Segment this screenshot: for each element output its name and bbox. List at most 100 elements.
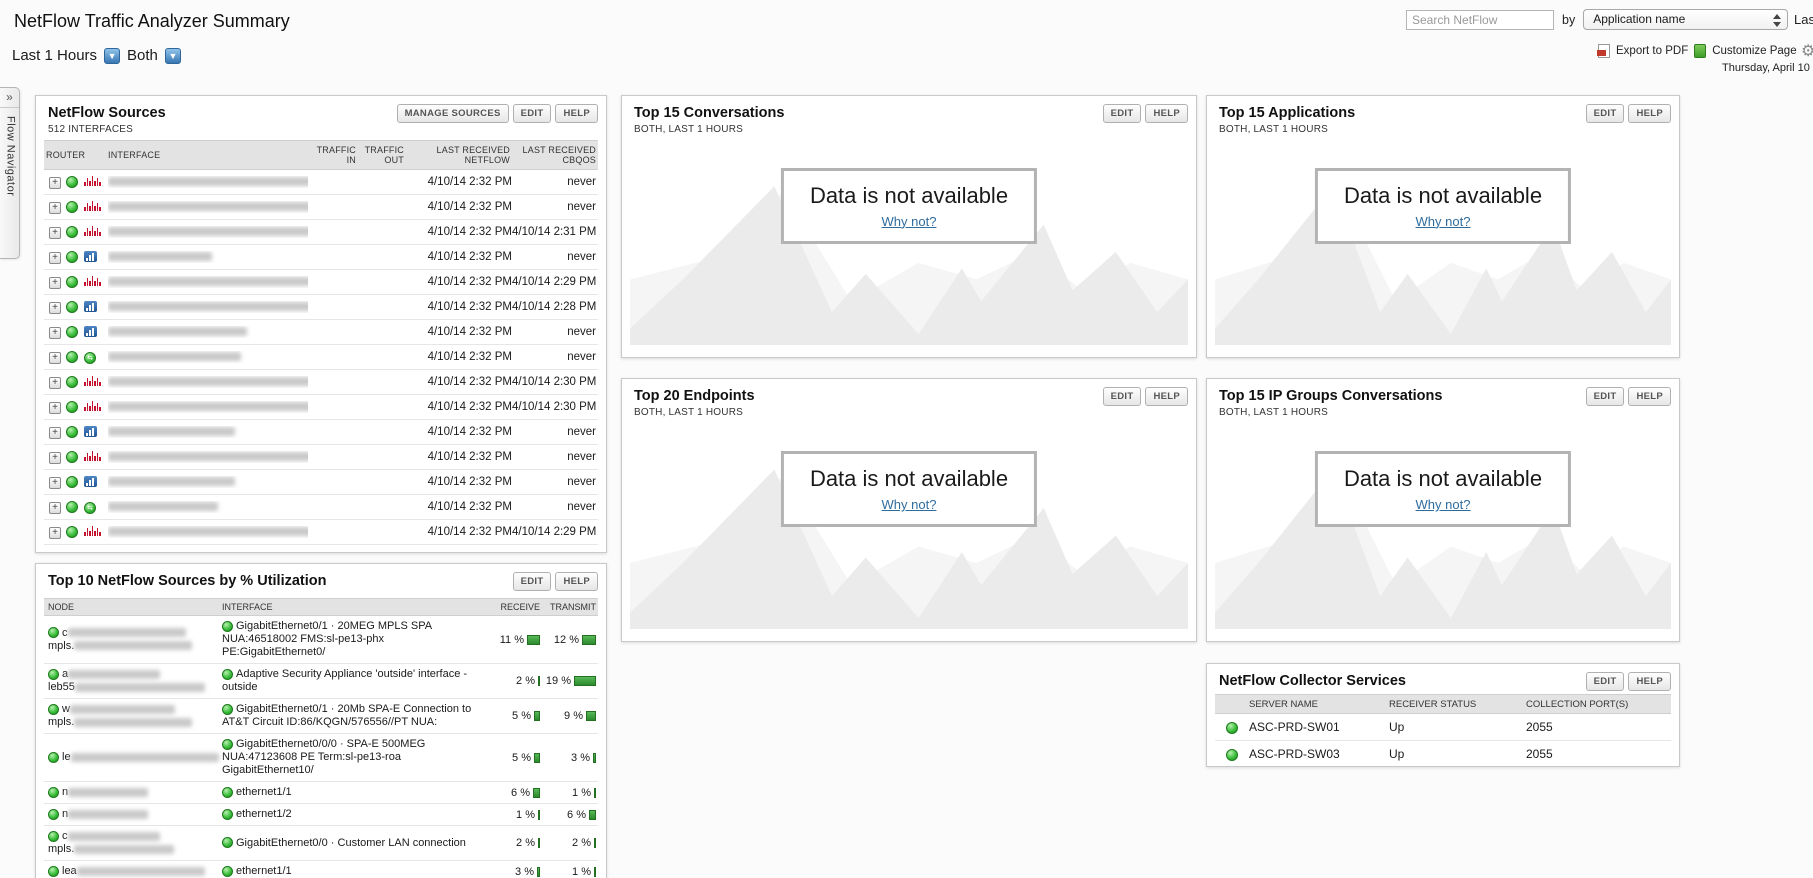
transmit-percent: 3 % bbox=[571, 751, 590, 764]
transmit-bar bbox=[593, 752, 596, 763]
edit-button[interactable]: EDIT bbox=[512, 104, 552, 123]
expand-icon[interactable]: + bbox=[49, 276, 61, 289]
manage-sources-button[interactable]: MANAGE SOURCES bbox=[396, 104, 509, 123]
last-received-netflow: 4/10/14 2:32 PM bbox=[427, 451, 512, 463]
status-up-icon bbox=[66, 375, 78, 388]
expand-icon[interactable]: + bbox=[49, 176, 61, 189]
table-row: +4/10/14 2:32 PM never bbox=[44, 195, 598, 220]
gear-icon[interactable]: ⚙ bbox=[1801, 41, 1813, 61]
search-by-select[interactable]: Application name bbox=[1583, 9, 1789, 30]
last-received-netflow: 4/10/14 2:32 PM bbox=[427, 326, 512, 338]
expand-icon[interactable]: + bbox=[49, 376, 61, 389]
transmit-percent: 1 % bbox=[572, 865, 591, 878]
expand-icon[interactable]: + bbox=[49, 251, 61, 264]
expand-icon[interactable]: + bbox=[49, 401, 61, 414]
no-data-box: Data is not available Why not? bbox=[780, 167, 1038, 244]
direction-dropdown-icon[interactable]: ▼ bbox=[164, 47, 181, 64]
expand-icon[interactable]: + bbox=[49, 201, 61, 214]
interface-link[interactable]: ethernet1/1 bbox=[236, 786, 292, 798]
router-name-redacted[interactable] bbox=[108, 176, 308, 188]
export-pdf-link[interactable]: Export to PDF bbox=[1616, 45, 1688, 57]
table-row: c mpls. GigabitEthernet0/1 · 20MEG MPLS SP… bbox=[44, 616, 598, 664]
router-name-redacted[interactable] bbox=[108, 476, 308, 488]
last-received-netflow: 4/10/14 2:32 PM bbox=[427, 251, 512, 263]
expand-icon[interactable]: + bbox=[49, 426, 61, 439]
no-data-box: Data is not available Why not? bbox=[780, 451, 1038, 528]
router-name-redacted[interactable] bbox=[108, 401, 308, 413]
router-name-redacted[interactable] bbox=[108, 426, 308, 438]
router-name-redacted[interactable] bbox=[108, 451, 308, 463]
help-button[interactable]: HELP bbox=[1628, 672, 1671, 691]
edit-button[interactable]: EDIT bbox=[1102, 104, 1142, 123]
customize-page-link[interactable]: Customize Page bbox=[1712, 45, 1796, 57]
node-name-redacted[interactable]: a leb55 bbox=[44, 668, 222, 694]
interface-icon bbox=[84, 250, 97, 262]
server-name: ASC-PRD-SW01 bbox=[1249, 720, 1340, 734]
interface-link[interactable]: ethernet1/2 bbox=[236, 808, 292, 820]
node-name-redacted[interactable]: w mpls. bbox=[44, 703, 222, 729]
help-button[interactable]: HELP bbox=[1145, 104, 1188, 123]
why-not-link[interactable]: Why not? bbox=[882, 214, 937, 229]
netflow-sources-rows: +4/10/14 2:32 PM never +4/10/14 2:32 PM nev… bbox=[44, 170, 598, 545]
expand-icon[interactable]: + bbox=[49, 526, 61, 539]
router-name-redacted[interactable] bbox=[108, 326, 308, 338]
help-button[interactable]: HELP bbox=[1145, 387, 1188, 406]
help-button[interactable]: HELP bbox=[555, 104, 598, 123]
router-name-redacted[interactable] bbox=[108, 376, 308, 388]
time-range-dropdown-icon[interactable]: ▼ bbox=[104, 47, 121, 64]
why-not-link[interactable]: Why not? bbox=[882, 497, 937, 512]
flow-navigator-tab[interactable]: » Flow Navigator bbox=[0, 87, 20, 259]
router-name-redacted[interactable] bbox=[108, 276, 308, 288]
no-data-message: Data is not available bbox=[1343, 466, 1543, 492]
edit-button[interactable]: EDIT bbox=[1585, 672, 1625, 691]
router-name-redacted[interactable] bbox=[108, 351, 308, 363]
router-name-redacted[interactable] bbox=[108, 251, 308, 263]
help-button[interactable]: HELP bbox=[1628, 104, 1671, 123]
status-up-icon bbox=[66, 450, 78, 463]
interface-link[interactable]: GigabitEthernet0/0/0 · SPA-E 500MEG NUA:… bbox=[222, 738, 425, 776]
interface-link[interactable]: ethernet1/1 bbox=[236, 865, 292, 877]
last-received-netflow: 4/10/14 2:32 PM bbox=[427, 476, 512, 488]
chevron-double-right-icon[interactable]: » bbox=[0, 88, 19, 108]
expand-icon[interactable]: + bbox=[49, 501, 61, 514]
node-name-redacted[interactable]: n bbox=[44, 808, 222, 821]
node-name-redacted[interactable]: le bbox=[44, 751, 222, 764]
node-name-redacted[interactable]: n bbox=[44, 786, 222, 799]
expand-icon[interactable]: + bbox=[49, 351, 61, 364]
help-button[interactable]: HELP bbox=[555, 572, 598, 591]
receive-bar bbox=[533, 787, 540, 798]
help-button[interactable]: HELP bbox=[1628, 387, 1671, 406]
receive-percent: 11 % bbox=[499, 633, 524, 646]
router-name-redacted[interactable] bbox=[108, 301, 308, 313]
why-not-link[interactable]: Why not? bbox=[1416, 497, 1471, 512]
expand-icon[interactable]: + bbox=[49, 326, 61, 339]
collector-rows: ASC-PRD-SW01 Up 2055 ASC-PRD-SW03 Up 2055 bbox=[1215, 714, 1671, 768]
node-name-redacted[interactable]: lea bbox=[44, 865, 222, 878]
last-received-cbqos: 4/10/14 2:29 PM bbox=[512, 526, 597, 538]
interface-link[interactable]: Adaptive Security Appliance 'outside' in… bbox=[222, 668, 467, 693]
edit-button[interactable]: EDIT bbox=[1102, 387, 1142, 406]
cisco-device-icon bbox=[84, 275, 101, 286]
search-input[interactable] bbox=[1406, 9, 1554, 30]
interface-link[interactable]: GigabitEthernet0/0 · Customer LAN connec… bbox=[236, 837, 466, 849]
expand-icon[interactable]: + bbox=[49, 451, 61, 464]
expand-icon[interactable]: + bbox=[49, 476, 61, 489]
panel-subtitle: 512 INTERFACES bbox=[48, 124, 134, 135]
edit-button[interactable]: EDIT bbox=[1585, 387, 1625, 406]
router-name-redacted[interactable] bbox=[108, 201, 308, 213]
node-name-redacted[interactable]: c mpls. bbox=[44, 830, 222, 856]
interface-link[interactable]: GigabitEthernet0/1 · 20MEG MPLS SPA NUA:… bbox=[222, 620, 431, 658]
expand-icon[interactable]: + bbox=[49, 301, 61, 314]
expand-icon[interactable]: + bbox=[49, 226, 61, 239]
router-name-redacted[interactable] bbox=[108, 526, 308, 538]
panel-title: Top 15 IP Groups Conversations bbox=[1219, 388, 1443, 404]
interface-link[interactable]: GigabitEthernet0/1 · 20Mb SPA-E Connecti… bbox=[222, 703, 471, 728]
why-not-link[interactable]: Why not? bbox=[1416, 214, 1471, 229]
router-name-redacted[interactable] bbox=[108, 501, 308, 513]
edit-button[interactable]: EDIT bbox=[512, 572, 552, 591]
status-up-icon bbox=[222, 837, 233, 849]
node-name-redacted[interactable]: c mpls. bbox=[44, 627, 222, 653]
panel-top15-applications: Top 15 Applications BOTH, LAST 1 HOURS E… bbox=[1206, 95, 1680, 358]
edit-button[interactable]: EDIT bbox=[1585, 104, 1625, 123]
router-name-redacted[interactable] bbox=[108, 226, 308, 238]
